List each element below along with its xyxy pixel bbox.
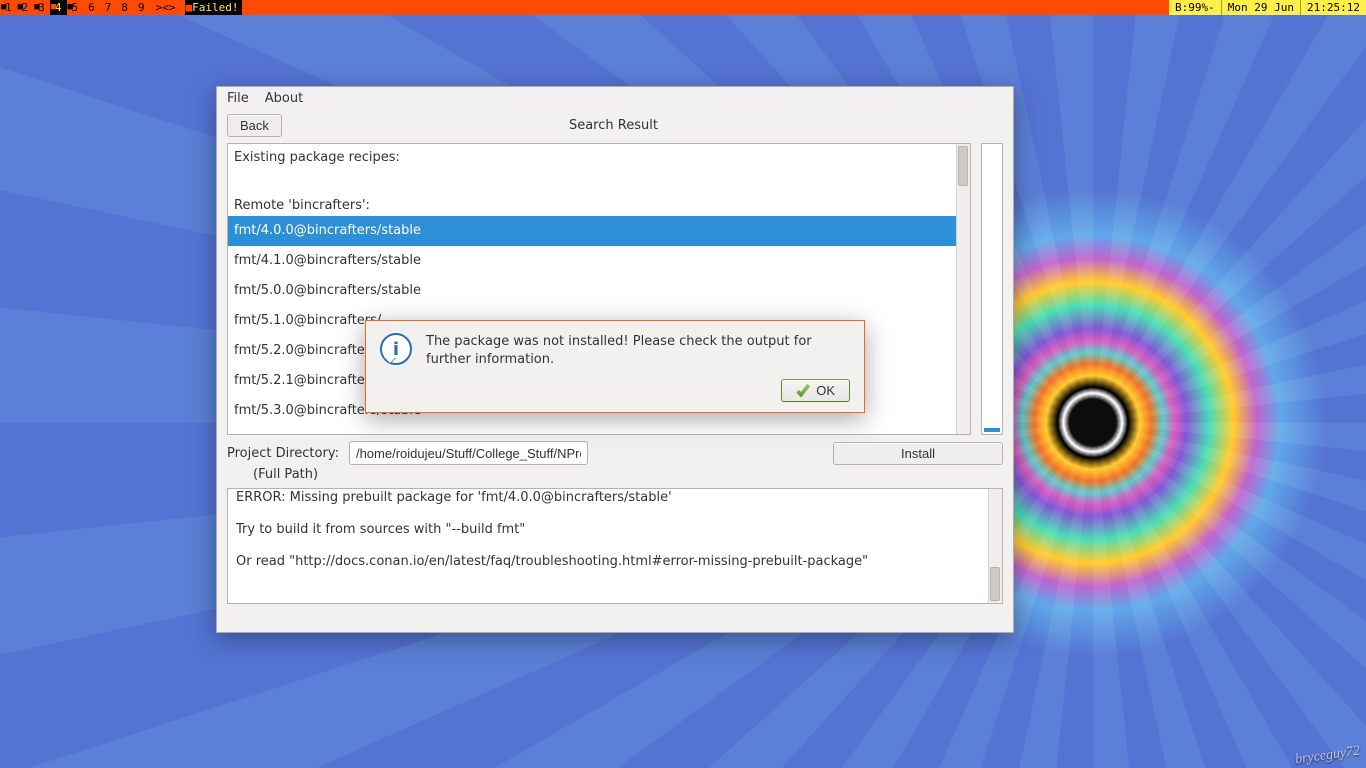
time-status: 21:25:12 — [1300, 0, 1366, 15]
project-dir-label: Project Directory: — [227, 446, 339, 461]
list-header-existing: Existing package recipes: — [234, 148, 964, 168]
workspace-9[interactable]: 9 — [133, 0, 150, 15]
list-item[interactable]: fmt/5.0.0@bincrafters/stable — [228, 276, 970, 306]
output-line: Or read "http://docs.conan.io/en/latest/… — [236, 551, 994, 573]
workspace-7[interactable]: 7 — [100, 0, 117, 15]
check-icon — [796, 384, 810, 398]
status-bar: ■1 ■2 ■3 ■4 ■5 6 7 8 9 ><> ■Failed! B:99… — [0, 0, 1366, 15]
date-status: Mon 29 Jun — [1221, 0, 1300, 15]
list-scrollbar[interactable] — [956, 144, 970, 434]
workspace-4[interactable]: ■4 — [50, 0, 67, 15]
workspace-group: ■1 ■2 ■3 ■4 ■5 6 7 8 9 — [0, 0, 150, 15]
workspace-3[interactable]: ■3 — [33, 0, 50, 15]
side-scroll-indicator[interactable] — [981, 143, 1003, 435]
list-item[interactable]: fmt/4.0.0@bincrafters/stable — [228, 216, 970, 246]
menu-file[interactable]: File — [227, 91, 249, 106]
workspace-1[interactable]: ■1 — [0, 0, 17, 15]
list-item[interactable]: fmt/4.1.0@bincrafters/stable — [228, 246, 970, 276]
workspace-2[interactable]: ■2 — [17, 0, 34, 15]
dialog-message: The package was not installed! Please ch… — [426, 333, 850, 369]
workspace-8[interactable]: 8 — [116, 0, 133, 15]
output-pane[interactable]: ERROR: Missing prebuilt package for 'fmt… — [227, 488, 1003, 604]
list-header-remote: Remote 'bincrafters': — [234, 196, 964, 216]
ok-button[interactable]: OK — [781, 379, 850, 402]
workspace-5[interactable]: ■5 — [67, 0, 84, 15]
project-dir-input[interactable] — [349, 441, 588, 465]
output-line: Try to build it from sources with "--bui… — [236, 519, 994, 541]
status-right: B:99%- Mon 29 Jun 21:25:12 — [1169, 0, 1366, 15]
output-scrollbar[interactable] — [988, 489, 1002, 603]
back-button[interactable]: Back — [227, 114, 282, 137]
workspace-6[interactable]: 6 — [83, 0, 100, 15]
page-title: Search Result — [282, 118, 945, 133]
status-failed: ■Failed! — [182, 0, 243, 15]
menu-about[interactable]: About — [265, 91, 303, 106]
menubar: File About — [217, 87, 1013, 110]
info-dialog: i The package was not installed! Please … — [365, 320, 865, 413]
ok-label: OK — [816, 383, 835, 398]
project-dir-note: (Full Path) — [227, 467, 1003, 482]
info-icon: i — [380, 333, 412, 365]
install-button[interactable]: Install — [833, 442, 1003, 465]
layout-indicator: ><> — [150, 0, 182, 15]
output-line: ERROR: Missing prebuilt package for 'fmt… — [236, 488, 994, 509]
battery-status: B:99%- — [1169, 0, 1221, 15]
